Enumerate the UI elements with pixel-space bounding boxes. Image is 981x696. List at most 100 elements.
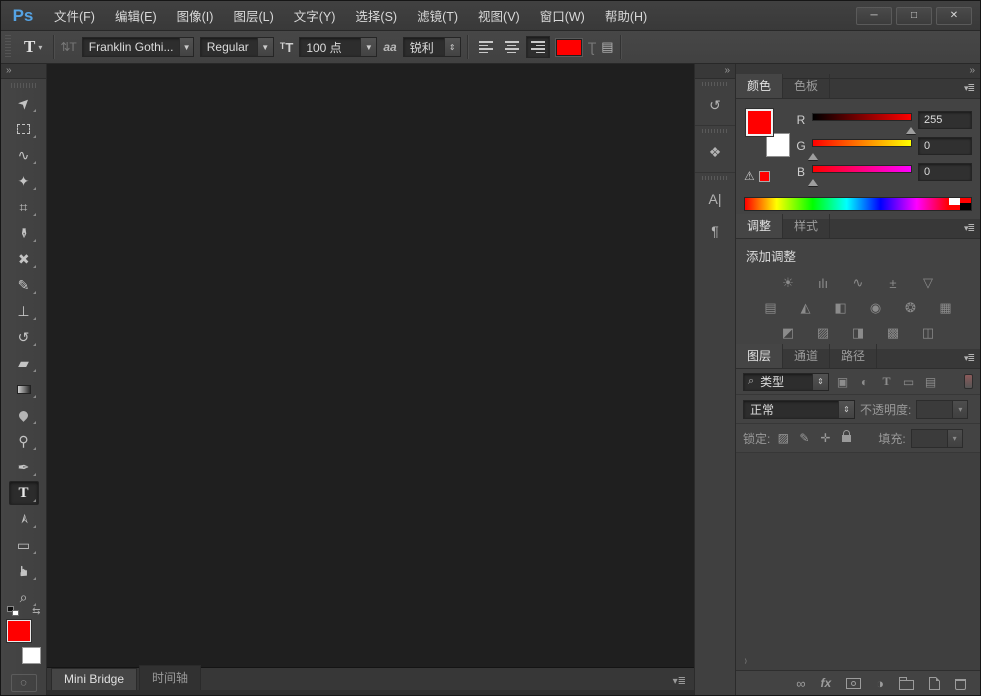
invert-icon[interactable]: ◩: [777, 324, 799, 342]
align-right-button[interactable]: [526, 36, 550, 58]
green-slider-thumb[interactable]: [808, 148, 818, 160]
filter-toggle-switch[interactable]: [964, 374, 973, 389]
hand-tool[interactable]: ☛: [9, 559, 39, 583]
spot-healing-brush-tool[interactable]: ✚: [9, 247, 39, 271]
font-family-select[interactable]: Franklin Gothi... ▼: [82, 37, 194, 57]
tab-adjustments[interactable]: 调整: [736, 214, 783, 238]
layers-list[interactable]: ◝: [736, 453, 980, 670]
crop-tool[interactable]: ⌗: [9, 195, 39, 219]
brightness-contrast-icon[interactable]: ☀: [777, 274, 799, 292]
opacity-select[interactable]: ▾: [916, 400, 968, 419]
horizontal-type-tool[interactable]: T: [9, 481, 39, 505]
menu-item-layer[interactable]: 图层(L): [224, 2, 282, 29]
blur-tool[interactable]: [9, 403, 39, 427]
black-swatch[interactable]: [960, 203, 971, 210]
tab-layers[interactable]: 图层: [736, 344, 783, 368]
resize-grip-icon[interactable]: ◝: [739, 657, 750, 668]
pen-tool[interactable]: ✒: [9, 455, 39, 479]
menu-item-filter[interactable]: 滤镜(T): [408, 2, 467, 29]
dock-grip[interactable]: [702, 82, 728, 86]
warp-text-icon[interactable]: Ʈ: [588, 39, 596, 55]
selective-color-icon[interactable]: ◫: [917, 324, 939, 342]
background-color-swatch[interactable]: [766, 133, 790, 157]
paragraph-panel-button[interactable]: ¶: [698, 216, 732, 246]
menu-item-view[interactable]: 视图(V): [469, 2, 529, 29]
white-swatch[interactable]: [949, 198, 960, 205]
options-grip[interactable]: [5, 35, 11, 59]
filter-pixel-icon[interactable]: ▣: [834, 375, 851, 389]
font-style-select[interactable]: Regular ▼: [200, 37, 274, 57]
lock-position-icon[interactable]: ✛: [817, 431, 833, 445]
path-selection-tool[interactable]: ➣: [9, 507, 39, 531]
exposure-icon[interactable]: ±: [882, 274, 904, 292]
red-slider[interactable]: [812, 113, 912, 121]
panel-menu-icon[interactable]: ▾≣: [958, 83, 980, 98]
filter-type-icon[interactable]: T: [878, 374, 895, 389]
add-layer-mask-icon[interactable]: [846, 678, 861, 689]
eyedropper-tool[interactable]: ✒: [9, 221, 39, 245]
blue-slider-thumb[interactable]: [808, 174, 818, 186]
rectangle-tool[interactable]: ▭: [9, 533, 39, 557]
color-spectrum-ramp[interactable]: [744, 197, 972, 211]
font-size-select[interactable]: 100 点 ▼: [299, 37, 377, 57]
menu-item-file[interactable]: 文件(F): [45, 2, 104, 29]
color-lookup-icon[interactable]: ▦: [935, 299, 957, 317]
history-brush-tool[interactable]: ↺: [9, 325, 39, 349]
toggle-panels-icon[interactable]: ▤: [601, 39, 613, 55]
tools-collapse-strip[interactable]: »: [1, 64, 46, 79]
red-slider-thumb[interactable]: [906, 122, 916, 134]
menu-item-type[interactable]: 文字(Y): [285, 2, 345, 29]
black-white-icon[interactable]: ◧: [830, 299, 852, 317]
quick-mask-button[interactable]: ◌: [11, 674, 37, 692]
photo-filter-icon[interactable]: ◉: [865, 299, 887, 317]
brush-tool[interactable]: ✎: [9, 273, 39, 297]
dodge-tool[interactable]: ⚲: [9, 429, 39, 453]
filter-shape-icon[interactable]: ▭: [900, 375, 917, 389]
eraser-tool[interactable]: ▰: [9, 351, 39, 375]
new-layer-icon[interactable]: [929, 677, 940, 690]
properties-panel-button[interactable]: ❖: [698, 137, 732, 167]
lock-transparent-icon[interactable]: ▨: [775, 431, 791, 445]
rectangular-marquee-tool[interactable]: [9, 117, 39, 141]
panel-menu-icon[interactable]: ▾≣: [665, 676, 694, 690]
tab-mini-bridge[interactable]: Mini Bridge: [51, 668, 137, 690]
link-layers-icon[interactable]: ∞: [796, 677, 805, 690]
threshold-icon[interactable]: ◨: [847, 324, 869, 342]
dock-grip[interactable]: [702, 176, 728, 180]
tools-grip[interactable]: [11, 83, 37, 88]
curves-icon[interactable]: ∿: [847, 274, 869, 292]
character-panel-button[interactable]: A|: [698, 184, 732, 214]
blue-value-field[interactable]: 0: [918, 163, 972, 181]
move-tool[interactable]: ➤: [9, 91, 39, 115]
fill-select[interactable]: ▾: [911, 429, 963, 448]
lock-all-icon[interactable]: [842, 435, 851, 442]
dock-grip[interactable]: [702, 129, 728, 133]
menu-item-select[interactable]: 选择(S): [346, 2, 406, 29]
text-orientation-icon[interactable]: ⇅T: [60, 40, 75, 54]
panel-menu-icon[interactable]: ▾≣: [958, 223, 980, 238]
menu-item-edit[interactable]: 编辑(E): [106, 2, 166, 29]
delete-layer-icon[interactable]: [955, 679, 966, 690]
filter-adjustment-icon[interactable]: ◐: [856, 375, 873, 389]
swap-colors-icon[interactable]: ⇆: [32, 606, 40, 617]
dock-collapse-strip[interactable]: »: [695, 64, 735, 79]
menu-item-help[interactable]: 帮助(H): [596, 2, 656, 29]
menu-item-window[interactable]: 窗口(W): [531, 2, 594, 29]
foreground-color-swatch[interactable]: [7, 620, 31, 642]
filter-smart-object-icon[interactable]: ▤: [922, 375, 939, 389]
clone-stamp-tool[interactable]: ⊥: [9, 299, 39, 323]
blend-mode-select[interactable]: 正常 ⇕: [743, 400, 855, 419]
channel-mixer-icon[interactable]: ❂: [900, 299, 922, 317]
menu-item-image[interactable]: 图像(I): [168, 2, 223, 29]
gradient-map-icon[interactable]: ▩: [882, 324, 904, 342]
levels-icon[interactable]: ılı: [812, 274, 834, 292]
magic-wand-tool[interactable]: ✦: [9, 169, 39, 193]
gradient-tool[interactable]: [9, 377, 39, 401]
panel-menu-icon[interactable]: ▾≣: [958, 353, 980, 368]
tab-styles[interactable]: 样式: [783, 214, 830, 238]
anti-alias-select[interactable]: 锐利 ⇕: [403, 37, 461, 57]
align-center-button[interactable]: [500, 36, 524, 58]
new-group-icon[interactable]: [899, 680, 914, 690]
lasso-tool[interactable]: ∿: [9, 143, 39, 167]
layer-style-icon[interactable]: fx: [820, 677, 831, 689]
